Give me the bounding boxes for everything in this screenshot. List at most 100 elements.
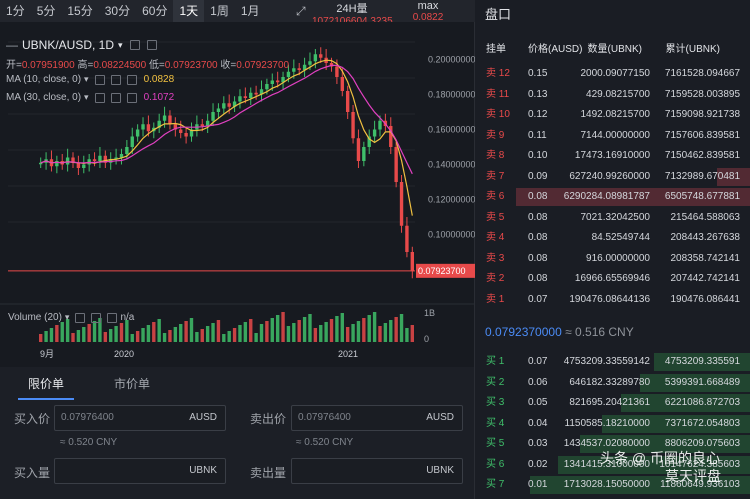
volume-bar (378, 326, 382, 342)
ask-row[interactable]: 卖 7 0.09 627240.99260000 7132989.670481 (475, 167, 750, 187)
interval-tab[interactable]: 5分 (31, 0, 62, 22)
ask-row[interactable]: 卖 8 0.10 17473.16910000 7150462.839581 (475, 146, 750, 166)
chevron-down-icon[interactable]: ▾ (84, 74, 89, 85)
eye-icon[interactable] (75, 312, 86, 323)
candle-body (286, 71, 291, 77)
volume-indicator-label: Volume (20) (8, 312, 62, 323)
ask-row[interactable]: 卖 1 0.07 190476.08644136 190476.086441 (475, 290, 750, 310)
ask-qty: 84.52549744 (591, 232, 650, 243)
candle-body (362, 147, 366, 161)
volume-axis-label: 1B (424, 308, 435, 318)
buy-price-value: 0.07976400 (61, 412, 114, 423)
volume-bar (313, 328, 318, 342)
settings-icon[interactable] (91, 312, 102, 323)
order-book-title: 盘口 (485, 7, 512, 22)
interval-tab[interactable]: 1分 (0, 0, 31, 22)
close-icon[interactable] (107, 312, 118, 323)
mid-price-value: 0.0792370000 (485, 325, 562, 339)
interval-tab[interactable]: 1周 (204, 0, 235, 22)
ask-label: 卖 6 (486, 191, 505, 202)
tab-market-order[interactable]: 市价单 (104, 373, 160, 400)
volume-bar (281, 312, 285, 342)
ask-price: 0.08 (528, 191, 548, 202)
interval-tab[interactable]: 1月 (235, 0, 266, 22)
bid-label: 买 7 (486, 479, 505, 490)
interval-tab[interactable]: 60分 (136, 0, 173, 22)
volume-axis-zero: 0 (424, 334, 429, 344)
settings-icon[interactable] (110, 92, 121, 103)
chevron-down-icon[interactable]: ▾ (84, 92, 89, 103)
volume-bar (168, 330, 172, 342)
close-icon[interactable] (126, 92, 137, 103)
fullscreen-icon[interactable]: ⤢ (296, 4, 306, 19)
settings-icon[interactable] (146, 40, 157, 50)
eye-icon[interactable] (94, 92, 105, 103)
volume-indicator-value: n/a (120, 312, 135, 323)
sell-cny-hint: ≈ 0.520 CNY (296, 437, 354, 448)
sell-price-input[interactable]: 0.07976400 AUSD (291, 405, 463, 431)
tab-limit-order[interactable]: 限价单 (18, 373, 75, 400)
ask-row[interactable]: 卖 12 0.15 2000.09077150 7161528.094667 (475, 64, 750, 84)
buy-price-input[interactable]: 0.07976400 AUSD (54, 405, 226, 431)
ask-total: 7150462.839581 (664, 150, 740, 161)
ask-row[interactable]: 卖 9 0.11 7144.00000000 7157606.839581 (475, 126, 750, 146)
candle-body (308, 61, 312, 65)
volume-bar (232, 328, 237, 342)
interval-bar: 1分 5分 15分 30分 60分 1天 1周 1月 (0, 0, 475, 22)
candle-body (211, 112, 215, 121)
ask-row[interactable]: 卖 4 0.08 84.52549744 208443.267638 (475, 228, 750, 248)
bid-total: 4753209.335591 (664, 356, 740, 367)
close-value: 0.07923700 (236, 60, 290, 71)
candle-body (162, 115, 167, 121)
volume-bar (389, 320, 393, 342)
bid-label: 买 1 (486, 356, 505, 367)
volume-bar (179, 324, 183, 342)
ask-price: 0.08 (528, 273, 548, 284)
candle-body (227, 103, 231, 107)
interval-tab[interactable]: 15分 (61, 0, 98, 22)
bid-row[interactable]: 买 1 0.07 4753209.33559142 4753209.335591 (475, 352, 750, 372)
ask-row[interactable]: 卖 10 0.12 1492.08215700 7159098.921738 (475, 105, 750, 125)
volume-bar (329, 319, 334, 342)
volume-bar (173, 327, 178, 342)
interval-tab[interactable]: 1天 (173, 0, 205, 22)
candle-body (98, 155, 102, 161)
buy-price-label: 买入价 (14, 412, 51, 426)
ask-label: 卖 8 (486, 150, 505, 161)
price-chart[interactable]: 0.20000000 0.18000000 0.16000000 0.14000000… (0, 22, 475, 367)
header-qty: 数量(UBNK) (587, 44, 642, 55)
ask-row[interactable]: 卖 5 0.08 7021.32042500 215464.588063 (475, 208, 750, 228)
candle-body (405, 225, 409, 252)
candle-body (275, 80, 280, 83)
interval-tab[interactable]: 30分 (99, 0, 136, 22)
ask-price: 0.10 (528, 150, 548, 161)
ask-row[interactable]: 卖 3 0.08 916.00000000 208358.742141 (475, 249, 750, 269)
candle-body (146, 124, 151, 132)
bid-price: 0.07 (528, 356, 548, 367)
bid-price: 0.02 (528, 458, 548, 470)
volume-bar (76, 330, 81, 342)
ask-qty: 7144.00000000 (580, 129, 650, 141)
ask-row[interactable]: 卖 2 0.08 16966.65569946 207442.742141 (475, 269, 750, 289)
bid-row[interactable]: 买 2 0.06 646182.33289780 5399391.668489 (475, 373, 750, 393)
candle-body (351, 112, 355, 139)
chevron-down-icon[interactable]: ▾ (65, 312, 70, 323)
ask-qty: 429.08215700 (586, 88, 650, 100)
sell-amount-input[interactable]: UBNK (291, 458, 463, 484)
volume-bar (362, 318, 366, 342)
close-icon[interactable] (126, 74, 137, 85)
ask-row[interactable]: 卖 11 0.13 429.08215700 7159528.003895 (475, 85, 750, 105)
bid-row[interactable]: 买 3 0.05 821695.20421361 6221086.872703 (475, 393, 750, 413)
candle-body (399, 182, 404, 226)
bid-row[interactable]: 买 4 0.04 1150585.18210000 7371672.054803 (475, 414, 750, 434)
eye-icon[interactable] (129, 40, 140, 50)
candle-body (141, 124, 145, 130)
ask-row[interactable]: 卖 6 0.08 6290284.08981787 6505748.677881 (475, 187, 750, 207)
watermark-line-2: 莫天评盘 (665, 468, 721, 484)
settings-icon[interactable] (110, 74, 121, 85)
buy-amount-input[interactable]: UBNK (54, 458, 226, 484)
volume-bar (238, 325, 242, 342)
chevron-down-icon[interactable]: ▾ (118, 40, 123, 51)
volume-bar (324, 322, 328, 342)
eye-icon[interactable] (94, 74, 105, 85)
